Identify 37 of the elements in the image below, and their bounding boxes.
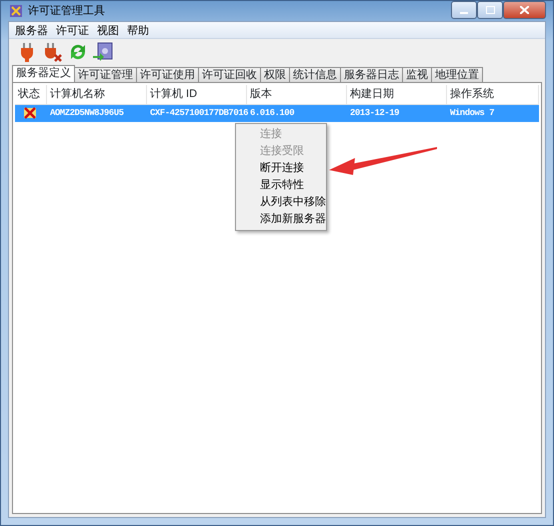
column-header: 版本 — [247, 85, 347, 104]
column-header: 操作系统 — [447, 85, 539, 104]
menu-item[interactable]: 视图 — [93, 22, 123, 38]
tab[interactable]: 统计信息 — [289, 67, 341, 82]
menu-item[interactable]: 断开连接 — [238, 160, 324, 177]
column-header: 构建日期 — [347, 85, 447, 104]
menu-item[interactable]: 帮助 — [123, 22, 153, 38]
tab[interactable]: 许可证使用 — [136, 67, 199, 82]
table-cell-text: Windows 7 — [449, 106, 496, 120]
table-cell-text: 6.016.100 — [249, 106, 296, 120]
menu-item[interactable]: 许可证 — [52, 22, 93, 38]
tab[interactable]: 许可证管理 — [74, 67, 137, 82]
tab[interactable]: 许可证回收 — [198, 67, 261, 82]
menu-item[interactable]: 显示特性 — [238, 177, 324, 194]
close-icon — [520, 6, 529, 14]
tab[interactable]: 服务器日志 — [340, 67, 403, 82]
tab[interactable]: 服务器定义 — [12, 65, 75, 82]
table-cell-text: CXF-4257100177DB7016 — [149, 106, 247, 120]
tab[interactable]: 权限 — [260, 67, 290, 82]
table-cell-text: 2013-12-19 — [349, 106, 400, 120]
menu-item[interactable]: 从列表中移除 — [238, 194, 324, 211]
app-icon — [8, 3, 24, 19]
maximize-icon — [486, 6, 494, 14]
maximize-button[interactable] — [477, 1, 503, 19]
tab[interactable]: 地理位置 — [431, 67, 483, 82]
column-header: 计算机 ID — [147, 85, 247, 104]
table-cell-text: AOMZ2D5NW8J96U5 — [49, 106, 125, 120]
column-header: 状态 — [15, 85, 47, 104]
menu-item[interactable]: 添加新服务器 — [238, 211, 324, 228]
import-icon[interactable] — [92, 41, 114, 63]
unplug-icon[interactable] — [42, 41, 64, 63]
minimize-button[interactable] — [451, 1, 477, 19]
menu-item[interactable]: 服务器 — [11, 22, 52, 38]
window-title: 许可证管理工具 — [28, 4, 105, 19]
column-header: 计算机名称 — [47, 85, 147, 104]
close-button[interactable] — [503, 1, 546, 19]
tab[interactable]: 监视 — [402, 67, 432, 82]
